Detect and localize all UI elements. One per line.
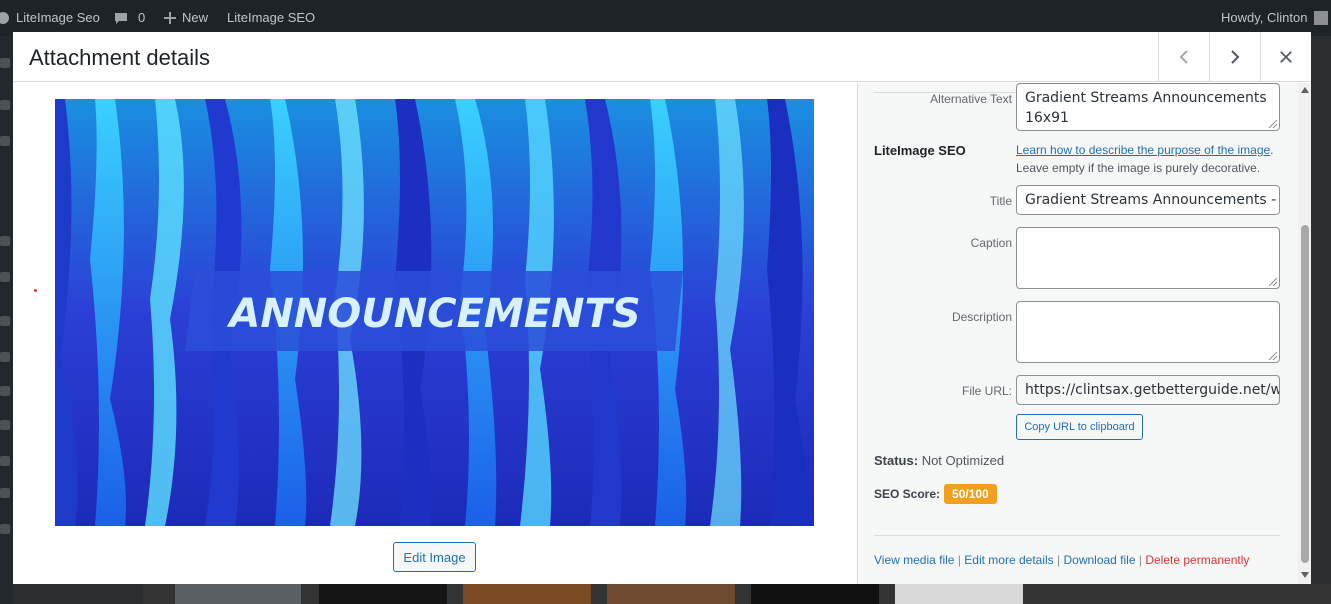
site-name: LiteImage Seo — [16, 10, 100, 25]
menu-icon — [0, 386, 10, 396]
view-media-link[interactable]: View media file — [874, 553, 954, 567]
status-value: Not Optimized — [921, 453, 1005, 468]
menu-icon — [0, 100, 10, 110]
caption-label: Caption — [970, 236, 1012, 250]
admin-menu-strip — [0, 36, 13, 604]
alt-text-label: Alternative Text — [930, 92, 1012, 106]
menu-icon — [0, 456, 10, 466]
learn-link-suffix: . — [1270, 143, 1274, 157]
description-label: Description — [951, 310, 1012, 324]
alt-help-text: Learn how to describe the purpose of the… — [1016, 141, 1296, 177]
previous-button[interactable] — [1158, 32, 1209, 82]
new-content-link[interactable]: New — [163, 0, 208, 36]
menu-icon — [0, 316, 10, 326]
status-row: Status: Not Optimized — [874, 453, 1004, 468]
copy-url-button[interactable]: Copy URL to clipboard — [1016, 414, 1143, 440]
seo-score-row: SEO Score: 50/100 — [874, 484, 997, 504]
close-button[interactable] — [1260, 32, 1311, 82]
separator: | — [1057, 553, 1061, 567]
seo-section-title: LiteImage SEO — [874, 143, 966, 158]
menu-icon — [0, 136, 10, 146]
edit-details-link[interactable]: Edit more details — [964, 553, 1053, 567]
file-url-field[interactable]: https://clintsax.getbetterguide.net/wp-c — [1016, 375, 1280, 405]
separator: | — [1138, 553, 1142, 567]
chevron-right-icon — [1231, 50, 1240, 64]
seo-score-badge: 50/100 — [944, 484, 997, 504]
edit-image-button[interactable]: Edit Image — [393, 542, 476, 572]
title-value: Gradient Streams Announcements - 16x — [1025, 192, 1280, 208]
scrollbar-thumb[interactable] — [1301, 225, 1309, 563]
avatar — [1314, 11, 1329, 25]
site-name-link[interactable]: LiteImage Seo — [16, 0, 100, 36]
howdy-text: Howdy, Clinton — [1221, 10, 1308, 25]
seo-score-label: SEO Score: — [874, 487, 941, 501]
media-thumbnail[interactable] — [463, 584, 591, 604]
media-thumbnail[interactable] — [895, 584, 1023, 604]
plugin-label: LiteImage SEO — [227, 10, 316, 25]
comments-link[interactable]: 0 — [114, 0, 145, 36]
media-thumbnail[interactable] — [607, 584, 735, 604]
menu-icon — [0, 420, 10, 430]
scroll-up-arrow[interactable] — [1301, 87, 1309, 93]
admin-bar: LiteImage Seo 0 New LiteImage SEO Howdy,… — [0, 0, 1331, 36]
attachment-actions: View media file | Edit more details | Do… — [874, 553, 1249, 567]
file-url-label: File URL: — [961, 384, 1012, 398]
caption-field[interactable] — [1016, 227, 1280, 289]
resize-handle[interactable] — [1269, 352, 1277, 360]
status-label: Status: — [874, 453, 919, 468]
title-field[interactable]: Gradient Streams Announcements - 16x — [1016, 185, 1280, 215]
resize-handle[interactable] — [1269, 120, 1277, 128]
alt-text-value: Gradient Streams Announcements 16x91 — [1025, 90, 1267, 126]
close-icon — [1280, 51, 1292, 63]
announcements-graphic: ANNOUNCEMENTS — [55, 99, 814, 526]
plugin-menu-link[interactable]: LiteImage SEO — [227, 0, 315, 36]
next-button[interactable] — [1209, 32, 1260, 82]
file-url-value: https://clintsax.getbetterguide.net/wp-c — [1025, 382, 1280, 398]
alt-text-field[interactable]: Gradient Streams Announcements 16x91 — [1016, 83, 1280, 131]
media-thumbnail[interactable] — [175, 584, 301, 604]
image-preview-pane: ANNOUNCEMENTS Edit Image — [13, 83, 857, 584]
modal-title: Attachment details — [29, 45, 210, 70]
chevron-left-icon — [1179, 50, 1188, 64]
media-thumbnail[interactable] — [319, 584, 447, 604]
new-label: New — [182, 10, 209, 25]
actions-divider — [874, 535, 1280, 536]
my-account-link[interactable]: Howdy, Clinton — [1221, 0, 1329, 36]
title-label: Title — [989, 194, 1012, 208]
menu-icon — [0, 352, 10, 362]
delete-permanently-link[interactable]: Delete permanently — [1145, 553, 1249, 567]
menu-icon — [0, 272, 10, 282]
wordpress-icon — [0, 12, 9, 24]
menu-icon — [0, 524, 10, 534]
wp-logo-menu[interactable] — [0, 0, 14, 36]
description-field[interactable] — [1016, 301, 1280, 363]
media-thumbnail[interactable] — [751, 584, 879, 604]
attachment-details-modal: Attachment details ANNOUNCEMENTS Edit Im… — [13, 32, 1311, 584]
resize-handle[interactable] — [1269, 278, 1277, 286]
menu-icon — [0, 236, 10, 246]
decorative-note: Leave empty if the image is purely decor… — [1016, 161, 1261, 175]
image-overlay-text: ANNOUNCEMENTS — [226, 291, 640, 337]
modal-header: Attachment details — [13, 32, 1311, 82]
plus-icon — [164, 12, 176, 24]
attachment-details-sidebar: Alternative Text Gradient Streams Announ… — [857, 83, 1311, 584]
download-file-link[interactable]: Download file — [1063, 553, 1135, 567]
learn-alt-text-link[interactable]: Learn how to describe the purpose of the… — [1016, 143, 1270, 157]
marker-dot — [34, 289, 37, 292]
comment-icon — [115, 13, 127, 24]
comments-count: 0 — [138, 10, 146, 25]
attachment-image: ANNOUNCEMENTS — [55, 99, 814, 526]
scroll-down-arrow[interactable] — [1301, 572, 1309, 578]
menu-icon — [0, 488, 10, 498]
menu-icon — [0, 58, 10, 68]
separator: | — [957, 553, 961, 567]
